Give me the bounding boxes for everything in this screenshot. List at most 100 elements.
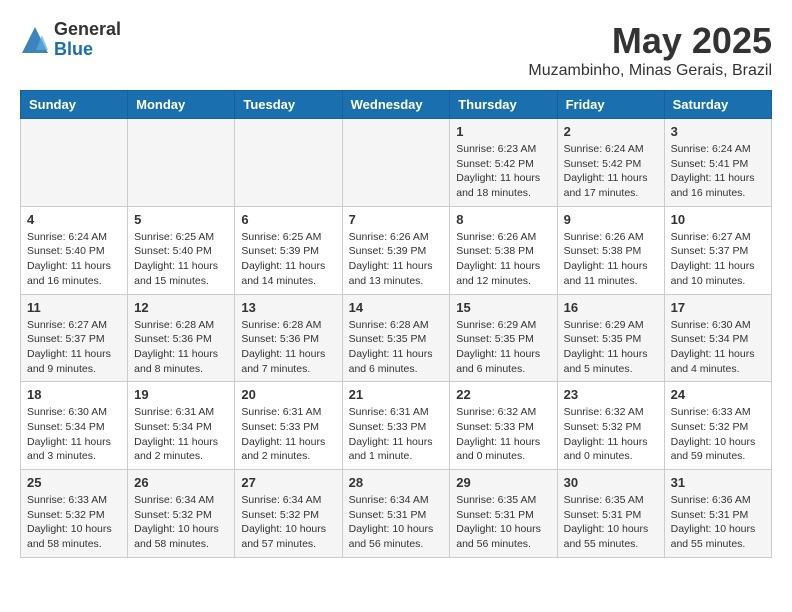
day-info: Sunrise: 6:28 AM Sunset: 5:35 PM Dayligh… xyxy=(349,318,444,377)
calendar-day-cell: 13 Sunrise: 6:28 AM Sunset: 5:36 PM Dayli… xyxy=(235,294,342,382)
day-number: 9 xyxy=(564,212,658,227)
calendar-header-row: SundayMondayTuesdayWednesdayThursdayFrid… xyxy=(21,91,772,119)
day-info: Sunrise: 6:30 AM Sunset: 5:34 PM Dayligh… xyxy=(27,405,121,464)
calendar-header-cell: Saturday xyxy=(664,91,771,119)
day-info: Sunrise: 6:35 AM Sunset: 5:31 PM Dayligh… xyxy=(564,493,658,552)
day-info: Sunrise: 6:29 AM Sunset: 5:35 PM Dayligh… xyxy=(564,318,658,377)
logo-icon xyxy=(20,25,50,55)
location-title: Muzambinho, Minas Gerais, Brazil xyxy=(528,62,772,80)
calendar-day-cell: 5 Sunrise: 6:25 AM Sunset: 5:40 PM Daylig… xyxy=(128,206,235,294)
calendar-day-cell: 4 Sunrise: 6:24 AM Sunset: 5:40 PM Daylig… xyxy=(21,206,128,294)
calendar-day-cell: 25 Sunrise: 6:33 AM Sunset: 5:32 PM Dayli… xyxy=(21,470,128,558)
calendar-day-cell: 9 Sunrise: 6:26 AM Sunset: 5:38 PM Daylig… xyxy=(557,206,664,294)
calendar-day-cell: 10 Sunrise: 6:27 AM Sunset: 5:37 PM Dayli… xyxy=(664,206,771,294)
day-info: Sunrise: 6:28 AM Sunset: 5:36 PM Dayligh… xyxy=(134,318,228,377)
day-number: 2 xyxy=(564,124,658,139)
day-number: 5 xyxy=(134,212,228,227)
day-info: Sunrise: 6:25 AM Sunset: 5:40 PM Dayligh… xyxy=(134,230,228,289)
day-info: Sunrise: 6:35 AM Sunset: 5:31 PM Dayligh… xyxy=(456,493,550,552)
calendar-day-cell: 18 Sunrise: 6:30 AM Sunset: 5:34 PM Dayli… xyxy=(21,382,128,470)
calendar-week-row: 18 Sunrise: 6:30 AM Sunset: 5:34 PM Dayli… xyxy=(21,382,772,470)
calendar-day-cell: 14 Sunrise: 6:28 AM Sunset: 5:35 PM Dayli… xyxy=(342,294,450,382)
calendar-day-cell xyxy=(21,119,128,207)
day-number: 28 xyxy=(349,475,444,490)
calendar-day-cell xyxy=(342,119,450,207)
calendar-day-cell: 15 Sunrise: 6:29 AM Sunset: 5:35 PM Dayli… xyxy=(450,294,557,382)
day-info: Sunrise: 6:33 AM Sunset: 5:32 PM Dayligh… xyxy=(671,405,765,464)
day-number: 31 xyxy=(671,475,765,490)
day-info: Sunrise: 6:34 AM Sunset: 5:31 PM Dayligh… xyxy=(349,493,444,552)
day-info: Sunrise: 6:26 AM Sunset: 5:38 PM Dayligh… xyxy=(456,230,550,289)
day-number: 19 xyxy=(134,387,228,402)
day-info: Sunrise: 6:34 AM Sunset: 5:32 PM Dayligh… xyxy=(134,493,228,552)
calendar-day-cell: 26 Sunrise: 6:34 AM Sunset: 5:32 PM Dayli… xyxy=(128,470,235,558)
day-number: 13 xyxy=(241,300,335,315)
calendar-day-cell: 2Sunrise: 6:24 AM Sunset: 5:42 PM Daylig… xyxy=(557,119,664,207)
calendar-day-cell xyxy=(235,119,342,207)
calendar-day-cell: 17Sunrise: 6:30 AM Sunset: 5:34 PM Dayli… xyxy=(664,294,771,382)
calendar-day-cell: 1Sunrise: 6:23 AM Sunset: 5:42 PM Daylig… xyxy=(450,119,557,207)
logo-blue-label: Blue xyxy=(54,40,121,60)
calendar-body: 1Sunrise: 6:23 AM Sunset: 5:42 PM Daylig… xyxy=(21,119,772,558)
day-number: 11 xyxy=(27,300,121,315)
calendar-day-cell: 6 Sunrise: 6:25 AM Sunset: 5:39 PM Daylig… xyxy=(235,206,342,294)
calendar-week-row: 4 Sunrise: 6:24 AM Sunset: 5:40 PM Daylig… xyxy=(21,206,772,294)
logo-general-label: General xyxy=(54,20,121,40)
day-info: Sunrise: 6:31 AM Sunset: 5:34 PM Dayligh… xyxy=(134,405,228,464)
day-number: 6 xyxy=(241,212,335,227)
logo: General Blue xyxy=(20,20,121,60)
calendar-day-cell: 30Sunrise: 6:35 AM Sunset: 5:31 PM Dayli… xyxy=(557,470,664,558)
calendar-day-cell: 23Sunrise: 6:32 AM Sunset: 5:32 PM Dayli… xyxy=(557,382,664,470)
day-number: 26 xyxy=(134,475,228,490)
calendar-header-cell: Tuesday xyxy=(235,91,342,119)
day-number: 14 xyxy=(349,300,444,315)
calendar-day-cell: 22 Sunrise: 6:32 AM Sunset: 5:33 PM Dayli… xyxy=(450,382,557,470)
month-title: May 2025 xyxy=(528,20,772,62)
day-number: 23 xyxy=(564,387,658,402)
calendar-day-cell: 19 Sunrise: 6:31 AM Sunset: 5:34 PM Dayli… xyxy=(128,382,235,470)
day-number: 20 xyxy=(241,387,335,402)
day-info: Sunrise: 6:24 AM Sunset: 5:40 PM Dayligh… xyxy=(27,230,121,289)
day-info: Sunrise: 6:31 AM Sunset: 5:33 PM Dayligh… xyxy=(241,405,335,464)
calendar-day-cell: 3Sunrise: 6:24 AM Sunset: 5:41 PM Daylig… xyxy=(664,119,771,207)
day-info: Sunrise: 6:26 AM Sunset: 5:38 PM Dayligh… xyxy=(564,230,658,289)
calendar-day-cell xyxy=(128,119,235,207)
calendar-header-cell: Thursday xyxy=(450,91,557,119)
day-info: Sunrise: 6:32 AM Sunset: 5:33 PM Dayligh… xyxy=(456,405,550,464)
calendar-week-row: 11 Sunrise: 6:27 AM Sunset: 5:37 PM Dayli… xyxy=(21,294,772,382)
day-info: Sunrise: 6:26 AM Sunset: 5:39 PM Dayligh… xyxy=(349,230,444,289)
day-number: 7 xyxy=(349,212,444,227)
day-number: 29 xyxy=(456,475,550,490)
day-info: Sunrise: 6:27 AM Sunset: 5:37 PM Dayligh… xyxy=(671,230,765,289)
day-info: Sunrise: 6:31 AM Sunset: 5:33 PM Dayligh… xyxy=(349,405,444,464)
day-number: 10 xyxy=(671,212,765,227)
day-info: Sunrise: 6:24 AM Sunset: 5:41 PM Dayligh… xyxy=(671,142,765,201)
calendar-header-cell: Monday xyxy=(128,91,235,119)
calendar-week-row: 25 Sunrise: 6:33 AM Sunset: 5:32 PM Dayli… xyxy=(21,470,772,558)
calendar-week-row: 1Sunrise: 6:23 AM Sunset: 5:42 PM Daylig… xyxy=(21,119,772,207)
day-number: 1 xyxy=(456,124,550,139)
day-number: 22 xyxy=(456,387,550,402)
day-number: 25 xyxy=(27,475,121,490)
day-number: 15 xyxy=(456,300,550,315)
day-info: Sunrise: 6:34 AM Sunset: 5:32 PM Dayligh… xyxy=(241,493,335,552)
calendar-day-cell: 7 Sunrise: 6:26 AM Sunset: 5:39 PM Daylig… xyxy=(342,206,450,294)
day-number: 12 xyxy=(134,300,228,315)
day-info: Sunrise: 6:33 AM Sunset: 5:32 PM Dayligh… xyxy=(27,493,121,552)
day-number: 18 xyxy=(27,387,121,402)
calendar-day-cell: 28 Sunrise: 6:34 AM Sunset: 5:31 PM Dayli… xyxy=(342,470,450,558)
day-info: Sunrise: 6:27 AM Sunset: 5:37 PM Dayligh… xyxy=(27,318,121,377)
day-number: 4 xyxy=(27,212,121,227)
day-info: Sunrise: 6:25 AM Sunset: 5:39 PM Dayligh… xyxy=(241,230,335,289)
calendar-day-cell: 20 Sunrise: 6:31 AM Sunset: 5:33 PM Dayli… xyxy=(235,382,342,470)
calendar-day-cell: 27Sunrise: 6:34 AM Sunset: 5:32 PM Dayli… xyxy=(235,470,342,558)
calendar-table: SundayMondayTuesdayWednesdayThursdayFrid… xyxy=(20,90,772,558)
day-info: Sunrise: 6:28 AM Sunset: 5:36 PM Dayligh… xyxy=(241,318,335,377)
day-info: Sunrise: 6:29 AM Sunset: 5:35 PM Dayligh… xyxy=(456,318,550,377)
calendar-day-cell: 12 Sunrise: 6:28 AM Sunset: 5:36 PM Dayli… xyxy=(128,294,235,382)
logo-text: General Blue xyxy=(54,20,121,60)
day-info: Sunrise: 6:36 AM Sunset: 5:31 PM Dayligh… xyxy=(671,493,765,552)
calendar-header-cell: Wednesday xyxy=(342,91,450,119)
header: General Blue May 2025 Muzambinho, Minas … xyxy=(20,20,772,80)
day-number: 17 xyxy=(671,300,765,315)
